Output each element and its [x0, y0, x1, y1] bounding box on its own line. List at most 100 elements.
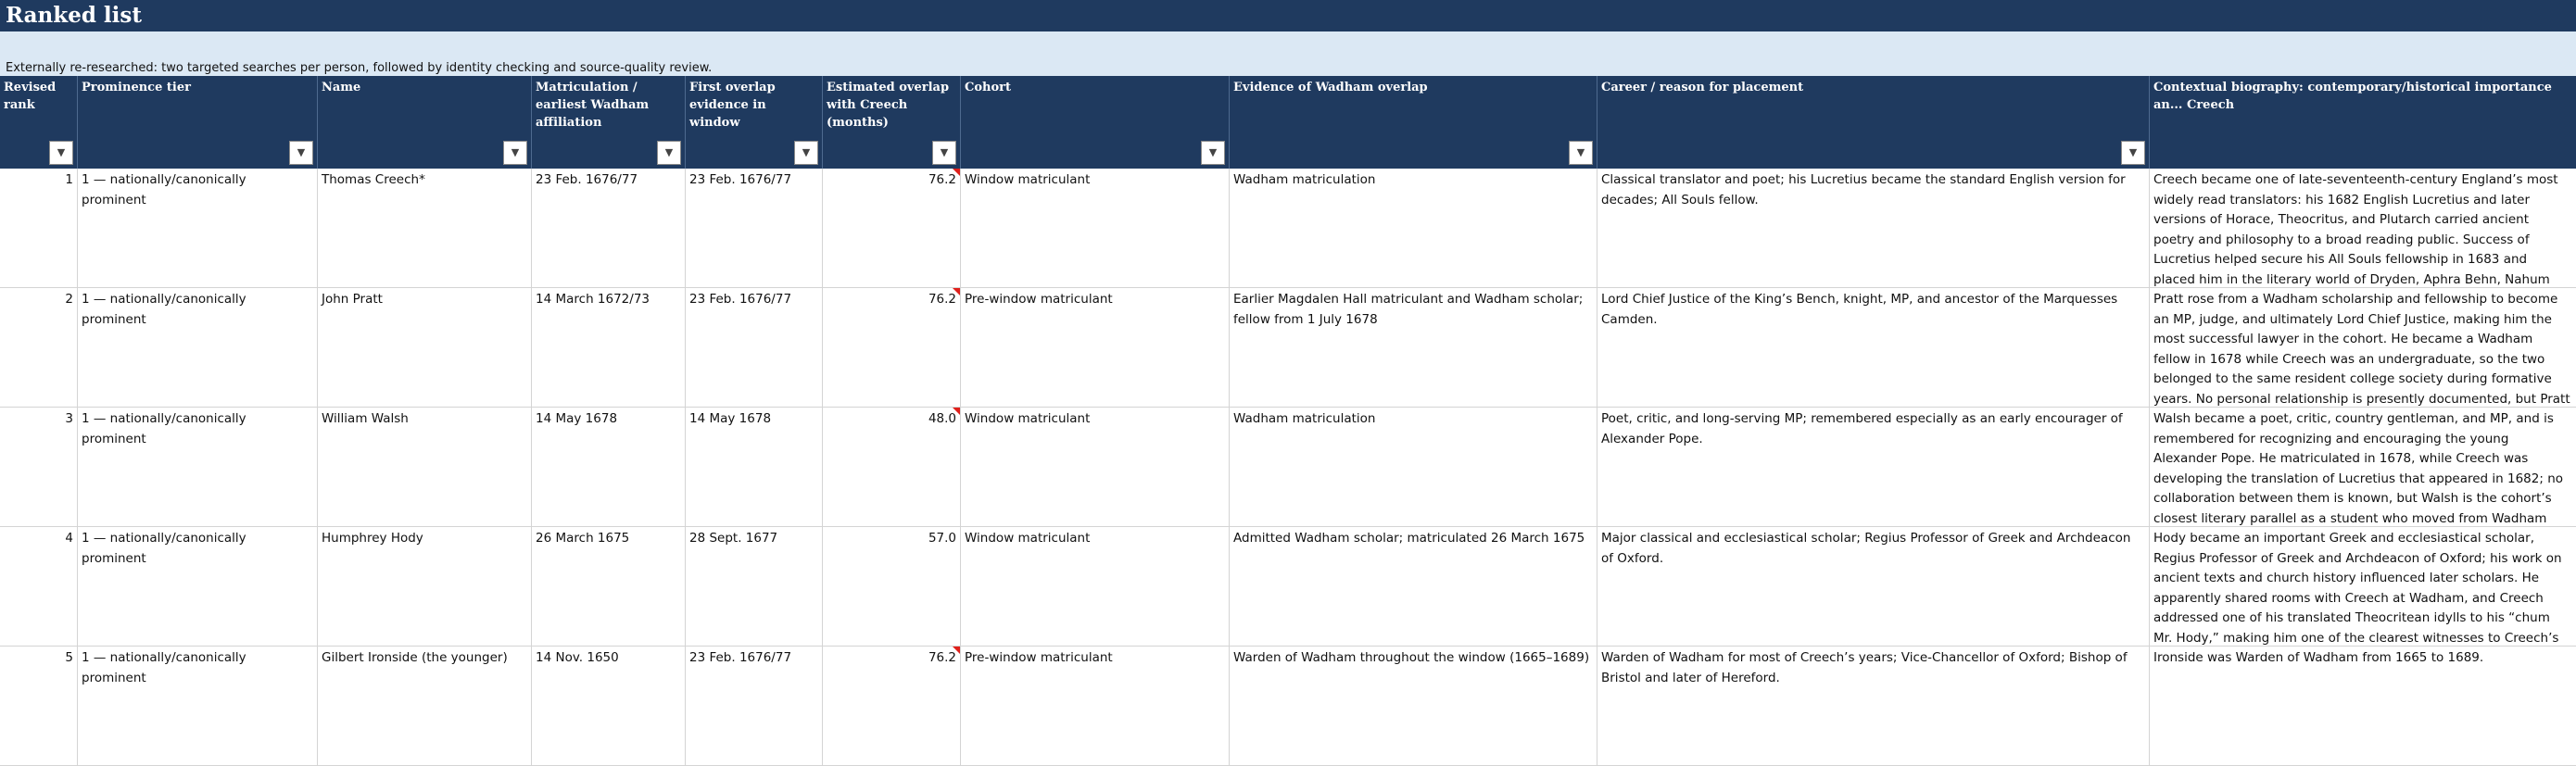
comment-indicator-icon[interactable]	[953, 408, 960, 415]
cell-overlap-months[interactable]: 76.2	[823, 288, 961, 407]
cell-cohort[interactable]: Pre-window matriculant	[961, 647, 1230, 765]
column-header-label: Cohort	[965, 81, 1011, 94]
cell-evidence[interactable]: Warden of Wadham throughout the window (…	[1230, 647, 1597, 765]
cell-cohort[interactable]: Window matriculant	[961, 527, 1230, 646]
cell-name[interactable]: Thomas Creech*	[318, 169, 532, 287]
dropdown-arrow-icon: ▼	[664, 146, 674, 158]
dropdown-arrow-icon: ▼	[297, 146, 306, 158]
filter-dropdown-button[interactable]: ▼	[1569, 141, 1593, 165]
dropdown-arrow-icon: ▼	[1208, 146, 1218, 158]
column-header-name: Name ▼	[318, 76, 532, 169]
column-header-first-overlap: First overlap evidence in window ▼	[686, 76, 823, 169]
cell-rank[interactable]: 5	[0, 647, 78, 765]
filter-dropdown-button[interactable]: ▼	[1201, 141, 1225, 165]
filter-dropdown-button[interactable]: ▼	[49, 141, 73, 165]
cell-tier[interactable]: 1 — nationally/canonically prominent	[78, 647, 318, 765]
dropdown-arrow-icon: ▼	[511, 146, 520, 158]
cell-career[interactable]: Major classical and ecclesiastical schol…	[1597, 527, 2150, 646]
table-row: 4 1 — nationally/canonically prominent H…	[0, 527, 2576, 647]
cell-first-overlap[interactable]: 28 Sept. 1677	[686, 527, 823, 646]
cell-cohort[interactable]: Window matriculant	[961, 169, 1230, 287]
cell-name[interactable]: John Pratt	[318, 288, 532, 407]
cell-matriculation[interactable]: 23 Feb. 1676/77	[532, 169, 686, 287]
cell-career[interactable]: Warden of Wadham for most of Creech’s ye…	[1597, 647, 2150, 765]
cell-first-overlap[interactable]: 14 May 1678	[686, 408, 823, 526]
column-header-label: Contextual biography: contemporary/histo…	[2153, 81, 2552, 112]
cell-overlap-months[interactable]: 48.0	[823, 408, 961, 526]
dropdown-arrow-icon: ▼	[802, 146, 811, 158]
column-header-label: First overlap evidence in window	[689, 81, 776, 130]
cell-evidence[interactable]: Admitted Wadham scholar; matriculated 26…	[1230, 527, 1597, 646]
cell-matriculation[interactable]: 14 Nov. 1650	[532, 647, 686, 765]
column-header-label: Estimated overlap with Creech (months)	[827, 81, 950, 130]
comment-indicator-icon[interactable]	[953, 169, 960, 176]
cell-overlap-months[interactable]: 76.2	[823, 169, 961, 287]
cell-evidence[interactable]: Wadham matriculation	[1230, 408, 1597, 526]
table-row: 1 1 — nationally/canonically prominent T…	[0, 169, 2576, 288]
cell-biography[interactable]: Creech became one of late-seventeenth-ce…	[2150, 169, 2576, 287]
cell-rank[interactable]: 1	[0, 169, 78, 287]
cell-name[interactable]: William Walsh	[318, 408, 532, 526]
cell-tier[interactable]: 1 — nationally/canonically prominent	[78, 527, 318, 646]
sheet-subtitle: Externally re-researched: two targeted s…	[6, 61, 713, 75]
cell-cohort[interactable]: Window matriculant	[961, 408, 1230, 526]
column-header-career: Career / reason for placement ▼	[1597, 76, 2150, 169]
column-header-matriculation: Matriculation / earliest Wadham affiliat…	[532, 76, 686, 169]
table-row: 2 1 — nationally/canonically prominent J…	[0, 288, 2576, 408]
dropdown-arrow-icon: ▼	[1576, 146, 1585, 158]
dropdown-arrow-icon: ▼	[2128, 146, 2138, 158]
cell-rank[interactable]: 2	[0, 288, 78, 407]
cell-evidence[interactable]: Earlier Magdalen Hall matriculant and Wa…	[1230, 288, 1597, 407]
cell-biography[interactable]: Ironside was Warden of Wadham from 1665 …	[2150, 647, 2576, 765]
filter-dropdown-button[interactable]: ▼	[503, 141, 527, 165]
comment-indicator-icon[interactable]	[953, 288, 960, 295]
cell-career[interactable]: Classical translator and poet; his Lucre…	[1597, 169, 2150, 287]
cell-first-overlap[interactable]: 23 Feb. 1676/77	[686, 169, 823, 287]
cell-tier[interactable]: 1 — nationally/canonically prominent	[78, 408, 318, 526]
cell-matriculation[interactable]: 14 March 1672/73	[532, 288, 686, 407]
cell-overlap-months[interactable]: 57.0	[823, 527, 961, 646]
cell-tier[interactable]: 1 — nationally/canonically prominent	[78, 169, 318, 287]
dropdown-arrow-icon: ▼	[57, 146, 66, 158]
cell-first-overlap[interactable]: 23 Feb. 1676/77	[686, 647, 823, 765]
cell-rank[interactable]: 3	[0, 408, 78, 526]
column-header-label: Prominence tier	[82, 81, 191, 94]
cell-career[interactable]: Poet, critic, and long-serving MP; remem…	[1597, 408, 2150, 526]
column-header-label: Name	[322, 81, 361, 94]
column-header-prominence-tier: Prominence tier ▼	[78, 76, 318, 169]
dropdown-arrow-icon: ▼	[940, 146, 949, 158]
column-header-label: Matriculation / earliest Wadham affiliat…	[536, 81, 650, 130]
cell-evidence[interactable]: Wadham matriculation	[1230, 169, 1597, 287]
cell-tier[interactable]: 1 — nationally/canonically prominent	[78, 288, 318, 407]
column-header-label: Career / reason for placement	[1601, 81, 1804, 94]
cell-biography[interactable]: Walsh became a poet, critic, country gen…	[2150, 408, 2576, 526]
cell-matriculation[interactable]: 14 May 1678	[532, 408, 686, 526]
filter-dropdown-button[interactable]: ▼	[2121, 141, 2145, 165]
cell-biography[interactable]: Hody became an important Greek and eccle…	[2150, 527, 2576, 646]
cell-name[interactable]: Humphrey Hody	[318, 527, 532, 646]
table-header-row: Revised rank ▼ Prominence tier ▼ Name ▼ …	[0, 76, 2576, 169]
cell-rank[interactable]: 4	[0, 527, 78, 646]
column-header-label: Revised rank	[4, 81, 57, 112]
cell-cohort[interactable]: Pre-window matriculant	[961, 288, 1230, 407]
filter-dropdown-button[interactable]: ▼	[289, 141, 313, 165]
cell-first-overlap[interactable]: 23 Feb. 1676/77	[686, 288, 823, 407]
column-header-cohort: Cohort ▼	[961, 76, 1230, 169]
cell-biography[interactable]: Pratt rose from a Wadham scholarship and…	[2150, 288, 2576, 407]
column-header-label: Evidence of Wadham overlap	[1233, 81, 1428, 94]
column-header-evidence: Evidence of Wadham overlap ▼	[1230, 76, 1597, 169]
cell-overlap-months[interactable]: 76.2	[823, 647, 961, 765]
sheet-title: Ranked list	[0, 0, 2576, 31]
cell-career[interactable]: Lord Chief Justice of the King’s Bench, …	[1597, 288, 2150, 407]
filter-dropdown-button[interactable]: ▼	[932, 141, 956, 165]
table-row: 3 1 — nationally/canonically prominent W…	[0, 408, 2576, 527]
filter-dropdown-button[interactable]: ▼	[794, 141, 818, 165]
cell-matriculation[interactable]: 26 March 1675	[532, 527, 686, 646]
column-header-revised-rank: Revised rank ▼	[0, 76, 78, 169]
column-header-contextual-biography: Contextual biography: contemporary/histo…	[2150, 76, 2576, 169]
comment-indicator-icon[interactable]	[953, 647, 960, 654]
column-header-estimated-overlap: Estimated overlap with Creech (months) ▼	[823, 76, 961, 169]
table-row: 5 1 — nationally/canonically prominent G…	[0, 647, 2576, 766]
filter-dropdown-button[interactable]: ▼	[657, 141, 681, 165]
cell-name[interactable]: Gilbert Ironside (the younger)	[318, 647, 532, 765]
